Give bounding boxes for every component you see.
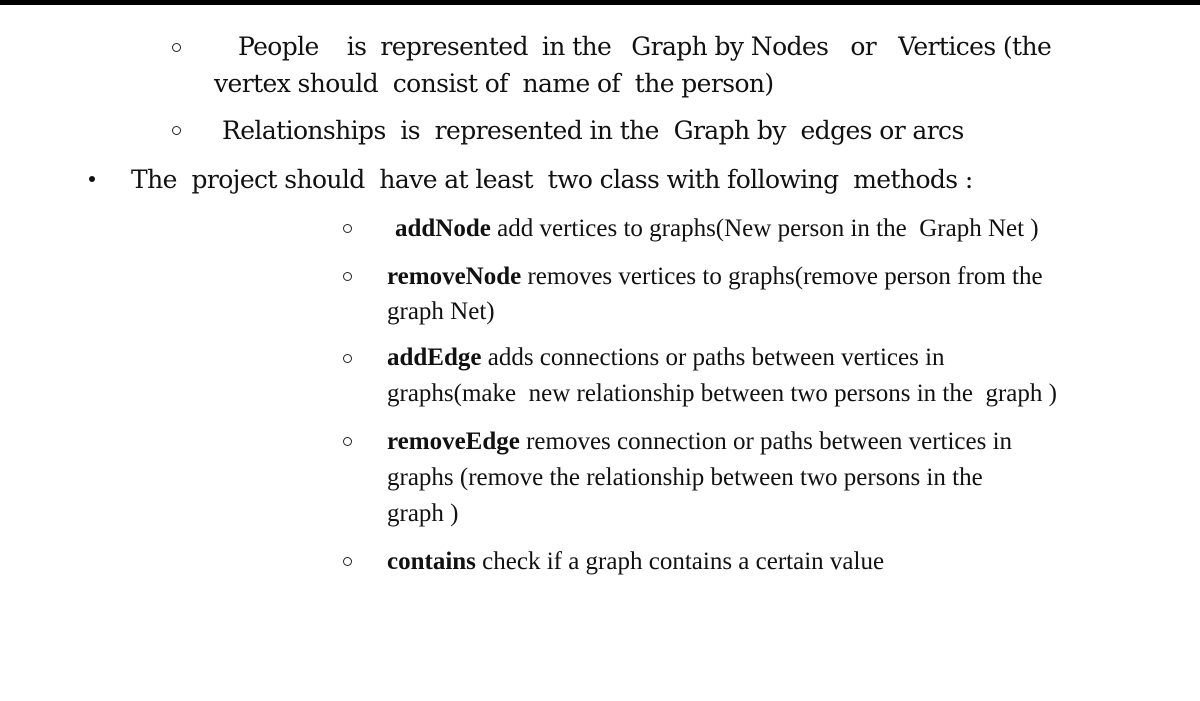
open-circle-bullet-icon	[343, 272, 352, 281]
open-circle-bullet-icon	[343, 437, 352, 446]
open-circle-bullet-icon	[172, 43, 181, 52]
method-description: add vertices to graphs(New person in the…	[490, 215, 1039, 242]
method-description-continued: graph Net)	[387, 298, 495, 325]
method-name: contains	[387, 548, 476, 575]
top-border-bar	[0, 0, 1200, 5]
method-description: removes connection or paths between vert…	[519, 428, 1013, 455]
text-fragment: is	[346, 32, 367, 61]
method-name: removeEdge	[387, 428, 520, 455]
method-description: adds connections or paths between vertic…	[481, 344, 945, 371]
list-item-relationships: Relationships is represented in the Grap…	[222, 116, 964, 145]
method-name: addEdge	[387, 344, 482, 371]
method-description-continued: graphs(make new relationship between two…	[387, 380, 1057, 407]
method-description: removes vertices to graphs(remove person…	[521, 263, 1043, 290]
text-fragment: in the	[541, 32, 612, 61]
text-fragment: or	[850, 32, 877, 61]
method-item-removeedge: removeEdge removes connection or paths b…	[387, 429, 1012, 454]
list-item-people-line2: vertex should consist of name of the per…	[214, 69, 774, 98]
method-description: check if a graph contains a certain valu…	[475, 548, 885, 575]
solid-bullet-icon	[89, 176, 95, 182]
method-item-removenode: removeNode removes vertices to graphs(re…	[387, 264, 1043, 289]
open-circle-bullet-icon	[172, 126, 181, 135]
list-item-people-line1: People is represented in the Graph by Nodes o…	[238, 32, 1052, 61]
method-description-continued: graph )	[387, 500, 459, 527]
text-fragment: Graph by Nodes	[631, 32, 829, 61]
list-item-project-requirement: The project should have at least two cla…	[131, 165, 973, 194]
open-circle-bullet-icon	[343, 224, 352, 233]
text-fragment: People	[238, 32, 319, 61]
open-circle-bullet-icon	[343, 557, 352, 566]
method-item-contains: contains check if a graph contains a cer…	[387, 549, 884, 574]
text-fragment: Vertices (the	[898, 32, 1052, 61]
method-name: addNode	[395, 215, 491, 242]
method-item-addedge: addEdge adds connections or paths betwee…	[387, 345, 945, 370]
method-description-continued: graphs (remove the relationship between …	[387, 464, 983, 491]
open-circle-bullet-icon	[343, 354, 352, 363]
method-name: removeNode	[387, 263, 522, 290]
method-item-addnode: addNode add vertices to graphs(New perso…	[395, 216, 1039, 241]
text-fragment: represented	[380, 32, 528, 61]
